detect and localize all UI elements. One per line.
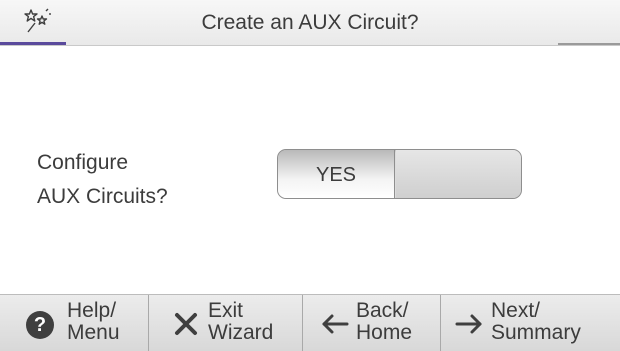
arrow-right-icon [455,314,482,334]
question-line-2: AUX Circuits? [37,185,168,208]
help-menu-button[interactable]: ? Help/ Menu [0,295,148,351]
exit-label: Exit Wizard [208,300,273,344]
help-label-line1: Help/ [67,299,117,322]
back-label-line1: Back/ [356,299,409,322]
yes-no-toggle[interactable]: YES [277,149,522,199]
toggle-no-option[interactable] [396,150,521,198]
header-bar: Create an AUX Circuit? [0,0,620,46]
back-label-line2: Home [356,321,413,344]
exit-label-line1: Exit [208,299,244,322]
back-home-button[interactable]: Back/ Home [303,295,440,351]
arrow-left-icon [322,314,349,334]
page-title: Create an AUX Circuit? [201,11,419,34]
next-label-line1: Next/ [491,299,541,322]
configure-aux-question: Configure AUX Circuits? [37,146,257,214]
close-icon [175,313,197,335]
question-line-1: Configure [37,151,129,174]
toggle-yes-option[interactable]: YES [278,150,395,198]
next-label-line2: Summary [491,321,581,344]
question-icon: ? [26,311,54,339]
exit-wizard-button[interactable]: Exit Wizard [149,295,302,351]
help-label: Help/ Menu [67,300,120,344]
exit-label-line2: Wizard [208,321,274,344]
footer-bar: ? Help/ Menu Exit Wizard Back/ Home Next… [0,294,620,351]
next-label: Next/ Summary [491,300,581,344]
next-summary-button[interactable]: Next/ Summary [441,295,620,351]
back-label: Back/ Home [356,300,412,344]
help-label-line2: Menu [67,321,120,344]
